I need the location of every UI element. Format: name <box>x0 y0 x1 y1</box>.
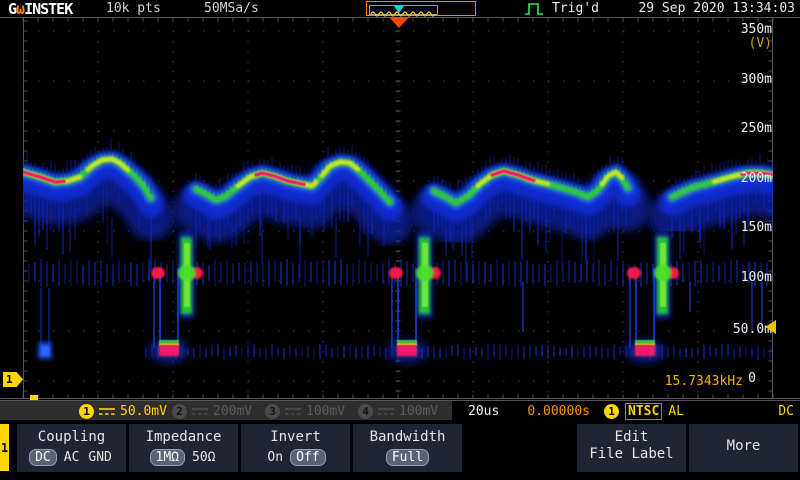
acquisition-preview-box <box>366 1 476 16</box>
trigger-coupling: DC <box>778 404 794 419</box>
menu-label: More <box>689 438 798 455</box>
scale-label: 350m <box>741 22 772 37</box>
horizontal-position: 0.00000s <box>527 404 590 419</box>
menu-option-off[interactable]: Off <box>290 449 325 466</box>
menu-options: On Off <box>241 449 350 466</box>
menu-label: Coupling <box>17 429 126 446</box>
menu-options: Full <box>353 449 462 466</box>
trigger-mode: AL <box>668 404 684 419</box>
timebase-status: 20us 0.00000s <box>452 401 598 421</box>
top-bar: GωINSTEK 10k pts 50MSa/s Trig'd 29 Sep 2… <box>0 0 800 17</box>
softkey-menu: 1 Coupling DC AC GND Impedance 1MΩ 50Ω Inve… <box>0 420 800 480</box>
menu-label: Edit <box>577 429 686 446</box>
oscilloscope-screen: 350m(V)300m250m200m150m100m50.0m0 15.734… <box>0 0 800 480</box>
trigger-source-badge: 1 <box>604 404 619 419</box>
channel1-status: 1 50.0mV <box>79 401 167 421</box>
trigger-level-marker-icon <box>765 320 776 334</box>
dc-coupling-icon <box>284 406 302 417</box>
dc-coupling-icon <box>98 406 116 417</box>
logo-g: G <box>8 0 16 18</box>
timebase-scale: 20us <box>468 404 499 419</box>
menu-label: Invert <box>241 429 350 446</box>
channel3-status: 3 100mV <box>265 401 345 421</box>
channel3-badge: 3 <box>265 404 280 419</box>
menu-label: Impedance <box>129 429 238 446</box>
channel1-scale: 50.0mV <box>120 404 167 419</box>
menu-button-edit-file-label[interactable]: Edit File Label <box>577 424 686 472</box>
scale-label: 150m <box>741 220 772 235</box>
channel2-badge: 2 <box>172 404 187 419</box>
menu-button-impedance[interactable]: Impedance 1MΩ 50Ω <box>129 424 238 472</box>
scale-label: 300m <box>741 72 772 87</box>
menu-label: Bandwidth <box>353 429 462 446</box>
logo-omega-icon: ω <box>16 0 24 18</box>
sample-rate: 50MSa/s <box>204 1 259 16</box>
menu-option-on[interactable]: On <box>265 450 285 465</box>
menu-button-coupling[interactable]: Coupling DC AC GND <box>17 424 126 472</box>
trigger-position-marker-icon <box>389 17 409 28</box>
trigger-status: Trig'd <box>552 1 599 16</box>
status-bar: 1 50.0mV 2 200mV 3 100mV 4 100mV 20us 0.… <box>0 400 800 420</box>
trigger-slope-icon <box>524 1 545 16</box>
channel4-badge: 4 <box>358 404 373 419</box>
record-window-box <box>369 5 438 15</box>
dc-coupling-icon <box>191 406 209 417</box>
menu-options: DC AC GND <box>17 449 126 466</box>
menu-button-more[interactable]: More <box>689 424 798 472</box>
dc-coupling-icon <box>377 406 395 417</box>
datetime: 29 Sep 2020 13:34:03 <box>638 1 795 16</box>
scale-label: 250m <box>741 121 772 136</box>
brand-logo: GωINSTEK <box>8 0 72 18</box>
channel2-status: 2 200mV <box>172 401 252 421</box>
menu-option-1mω[interactable]: 1MΩ <box>150 449 185 466</box>
menu-label: File Label <box>577 446 686 463</box>
menu-option-gnd[interactable]: GND <box>86 450 113 465</box>
horizontal-position-marker-icon <box>394 6 404 13</box>
trigger-info: 1 NTSC AL DC <box>598 401 800 421</box>
channel1-badge: 1 <box>79 404 94 419</box>
trigger-frequency-readout: 15.7343kHz <box>665 374 743 389</box>
menu-options: 1MΩ 50Ω <box>129 449 238 466</box>
menu-button-bandwidth[interactable]: Bandwidth Full <box>353 424 462 472</box>
menu-option-dc[interactable]: DC <box>29 449 57 466</box>
channel4-scale: 100mV <box>399 404 438 419</box>
menu-option-full[interactable]: Full <box>386 449 429 466</box>
trigger-type: NTSC <box>625 403 662 420</box>
scale-label: (V) <box>749 36 772 51</box>
logo-rest: INSTEK <box>24 0 72 18</box>
menu-option-50ω[interactable]: 50Ω <box>190 450 217 465</box>
scale-label: 0 <box>748 371 756 386</box>
scale-label: 100m <box>741 270 772 285</box>
channel2-scale: 200mV <box>213 404 252 419</box>
menu-button-invert[interactable]: Invert On Off <box>241 424 350 472</box>
scale-label: 200m <box>741 171 772 186</box>
channel4-status: 4 100mV <box>358 401 438 421</box>
record-length: 10k pts <box>106 1 161 16</box>
channel3-scale: 100mV <box>306 404 345 419</box>
menu-channel-tab: 1 <box>0 424 9 471</box>
menu-option-ac[interactable]: AC <box>62 450 82 465</box>
